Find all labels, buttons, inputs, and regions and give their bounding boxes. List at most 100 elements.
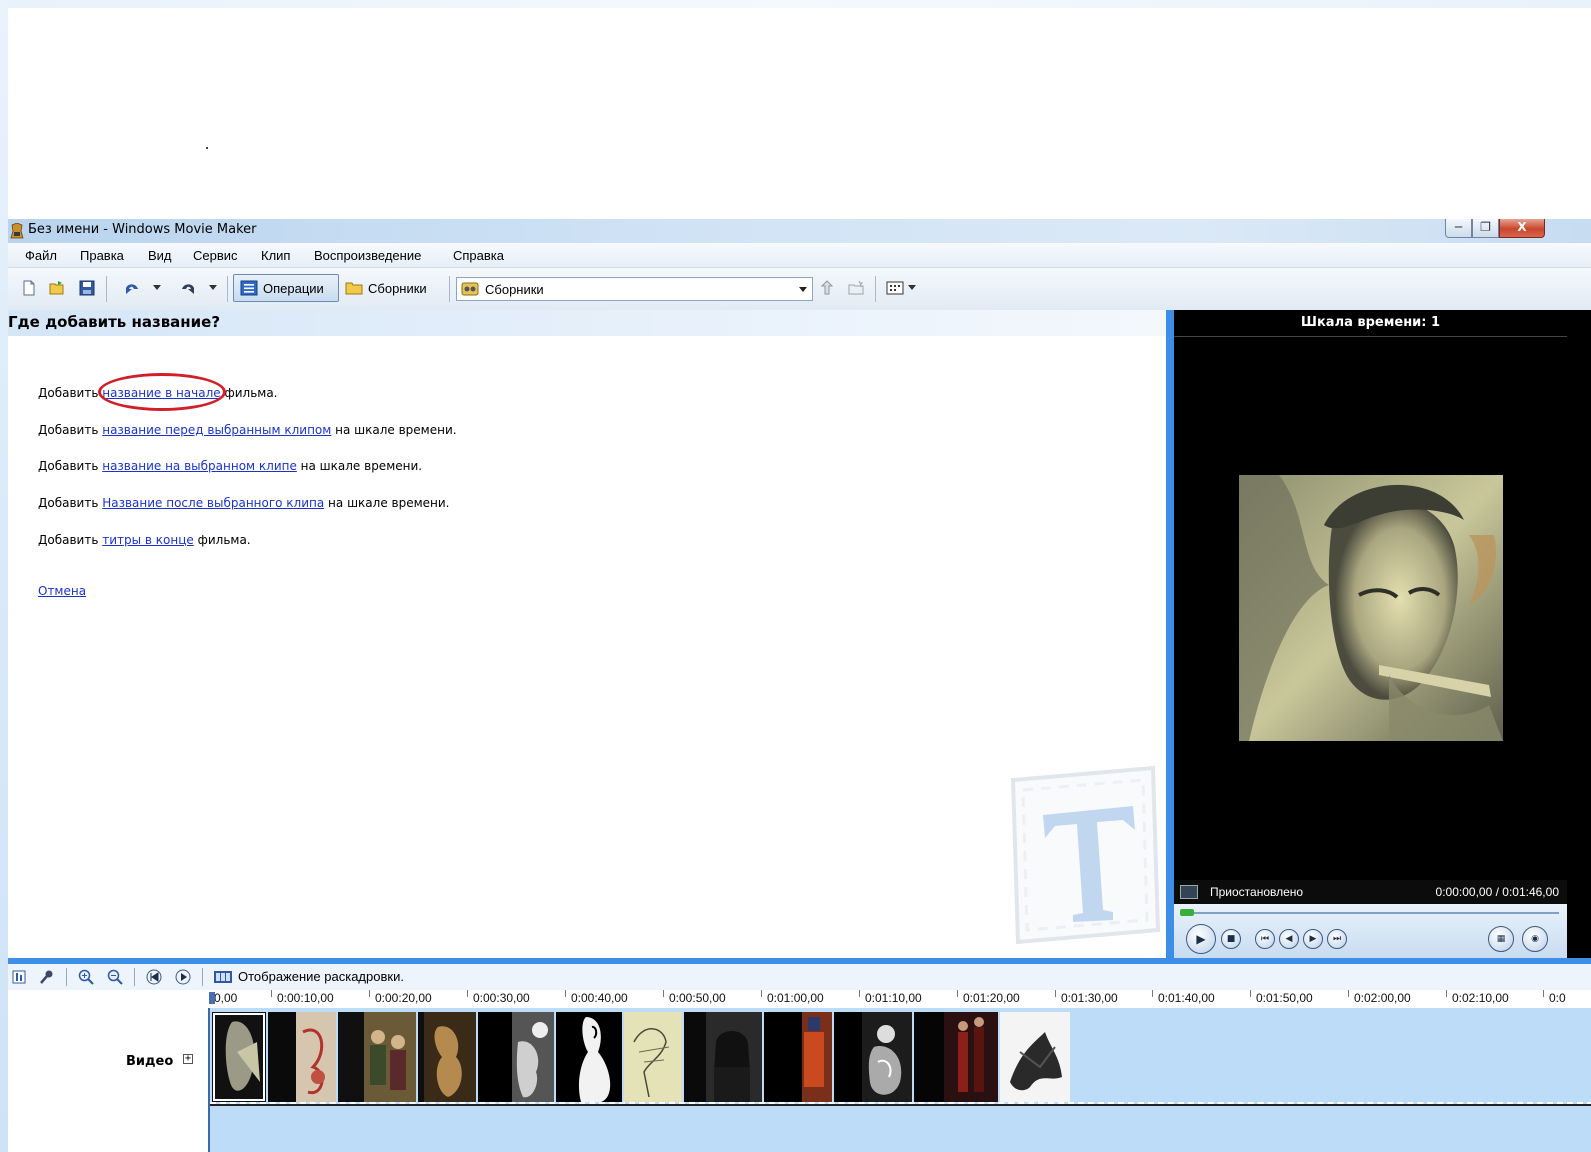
stop-button[interactable]: ■ (1221, 929, 1241, 949)
frame-forward-button[interactable]: ▶ (1303, 929, 1323, 949)
title-after-clip-link[interactable]: Название после выбранного клипа (102, 496, 324, 510)
title-on-clip-link[interactable]: название на выбранном клипе (102, 459, 297, 473)
task-pane: Где добавить название? Добавить название… (8, 310, 1166, 958)
video-clip[interactable] (624, 1012, 682, 1102)
audio-track[interactable] (210, 1104, 1591, 1152)
menu-tools[interactable]: Сервис (193, 248, 238, 263)
video-clip[interactable] (1000, 1012, 1070, 1102)
menu-edit[interactable]: Правка (80, 248, 124, 263)
collections-combo[interactable]: Сборники (456, 277, 813, 301)
views-icon[interactable] (886, 280, 906, 296)
zoom-in-icon[interactable] (78, 969, 94, 985)
toolbar-separator (106, 276, 107, 302)
play-timeline-icon[interactable] (175, 969, 191, 985)
ruler-tick (859, 990, 860, 997)
seek-track[interactable] (1194, 912, 1559, 914)
restore-icon: ❐ (1480, 220, 1491, 234)
menu-help[interactable]: Справка (453, 248, 504, 263)
menu-file[interactable]: Файл (25, 248, 57, 263)
rewind-timeline-icon[interactable] (146, 969, 162, 985)
undo-icon[interactable] (121, 280, 143, 296)
monitor-icon[interactable] (1180, 885, 1198, 899)
red-highlight-ellipse (98, 373, 226, 411)
operations-icon (240, 280, 258, 296)
frame-forward-icon: ▶ (1309, 934, 1317, 944)
video-clip[interactable] (914, 1012, 998, 1102)
split-button[interactable]: ▦ (1488, 926, 1514, 952)
collections-button[interactable]: Сборники (339, 274, 445, 302)
menu-clip[interactable]: Клип (261, 248, 290, 263)
ruler-tick-label: 0:0 (1549, 991, 1566, 1005)
option-prefix: Добавить (38, 496, 103, 510)
minimize-button[interactable]: ─ (1445, 219, 1472, 238)
video-track[interactable] (210, 1008, 1591, 1104)
next-button[interactable]: ⏭ (1327, 929, 1347, 949)
clip-thumbnail (418, 1012, 476, 1102)
expand-track-icon[interactable]: + (183, 1054, 193, 1064)
maximize-button[interactable]: ❐ (1472, 219, 1499, 238)
new-project-icon[interactable] (21, 280, 37, 296)
seek-thumb[interactable] (1180, 909, 1194, 916)
set-audio-levels-icon[interactable] (11, 969, 27, 985)
views-dropdown-icon[interactable] (908, 285, 916, 290)
track-labels: Видео + (8, 1008, 208, 1152)
video-clip[interactable] (478, 1012, 554, 1102)
operations-button[interactable]: Операции (233, 274, 339, 302)
ruler-tick (1250, 990, 1251, 997)
frame-back-button[interactable]: ◀ (1279, 929, 1299, 949)
ruler-tick-label: 0,00 (214, 991, 238, 1005)
title-option-before-clip: Добавить название перед выбранным клипом… (38, 423, 457, 437)
menu-playback[interactable]: Воспроизведение (314, 248, 421, 263)
playhead-indicator[interactable] (209, 992, 215, 1004)
video-clip[interactable] (268, 1012, 336, 1102)
undo-dropdown-icon[interactable] (153, 285, 161, 290)
title-before-clip-link[interactable]: название перед выбранным клипом (102, 423, 331, 437)
clip-thumbnail (764, 1012, 832, 1102)
seek-bar-area: ▶ ■ ⏮ ◀ ▶ ⏭ ▦ ◉ (1174, 904, 1567, 958)
ruler-tick-label: 0:00:30,00 (473, 991, 530, 1005)
redo-icon[interactable] (177, 280, 199, 296)
previous-button[interactable]: ⏮ (1255, 929, 1275, 949)
snapshot-button[interactable]: ◉ (1522, 926, 1548, 952)
play-button[interactable]: ▶ (1186, 924, 1216, 954)
folder-icon (345, 282, 363, 295)
ruler-tick (1055, 990, 1056, 997)
skip-forward-icon: ⏭ (1332, 934, 1342, 944)
timeline-ruler[interactable]: 0,00 0:00:10,00 0:00:20,00 0:00:30,00 0:… (8, 990, 1591, 1008)
ruler-tick (1446, 990, 1447, 997)
video-clip[interactable] (212, 1012, 266, 1102)
ruler-tick-label: 0:02:00,00 (1354, 991, 1411, 1005)
ruler-tick-label: 0:01:30,00 (1061, 991, 1118, 1005)
pane-splitter[interactable] (1166, 310, 1174, 958)
task-header: Где добавить название? (8, 310, 1166, 336)
ruler-tick (663, 990, 664, 997)
zoom-out-icon[interactable] (107, 969, 123, 985)
cancel-link[interactable]: Отмена (38, 584, 86, 598)
clip-thumbnail (556, 1012, 622, 1102)
open-project-icon[interactable] (49, 280, 65, 296)
close-button[interactable]: X (1499, 219, 1545, 238)
narrate-microphone-icon[interactable] (39, 969, 55, 985)
video-clip[interactable] (834, 1012, 912, 1102)
redo-dropdown-icon[interactable] (209, 285, 217, 290)
menu-view[interactable]: Вид (148, 248, 172, 263)
ruler-tick (467, 990, 468, 997)
up-one-level-icon[interactable] (819, 280, 835, 296)
video-clip[interactable] (556, 1012, 622, 1102)
new-folder-icon[interactable] (848, 280, 864, 296)
save-project-icon[interactable] (79, 280, 95, 296)
video-clip[interactable] (418, 1012, 476, 1102)
credits-at-end-link[interactable]: титры в конце (102, 533, 194, 547)
preview-frame-image (1239, 475, 1503, 741)
title-bar[interactable]: Без имени - Windows Movie Maker ─ ❐ X (8, 219, 1591, 243)
slide-left-edge (0, 0, 8, 1152)
ruler-tick-label: 0:00:40,00 (571, 991, 628, 1005)
ruler-tick (1152, 990, 1153, 997)
storyboard-view-icon[interactable] (213, 969, 233, 985)
split-icon: ▦ (1496, 934, 1506, 944)
video-clip[interactable] (764, 1012, 832, 1102)
video-clip[interactable] (338, 1012, 416, 1102)
storyboard-view-label[interactable]: Отображение раскадровки. (238, 969, 404, 984)
playback-status: Приостановлено (1210, 885, 1304, 899)
video-clip[interactable] (684, 1012, 762, 1102)
